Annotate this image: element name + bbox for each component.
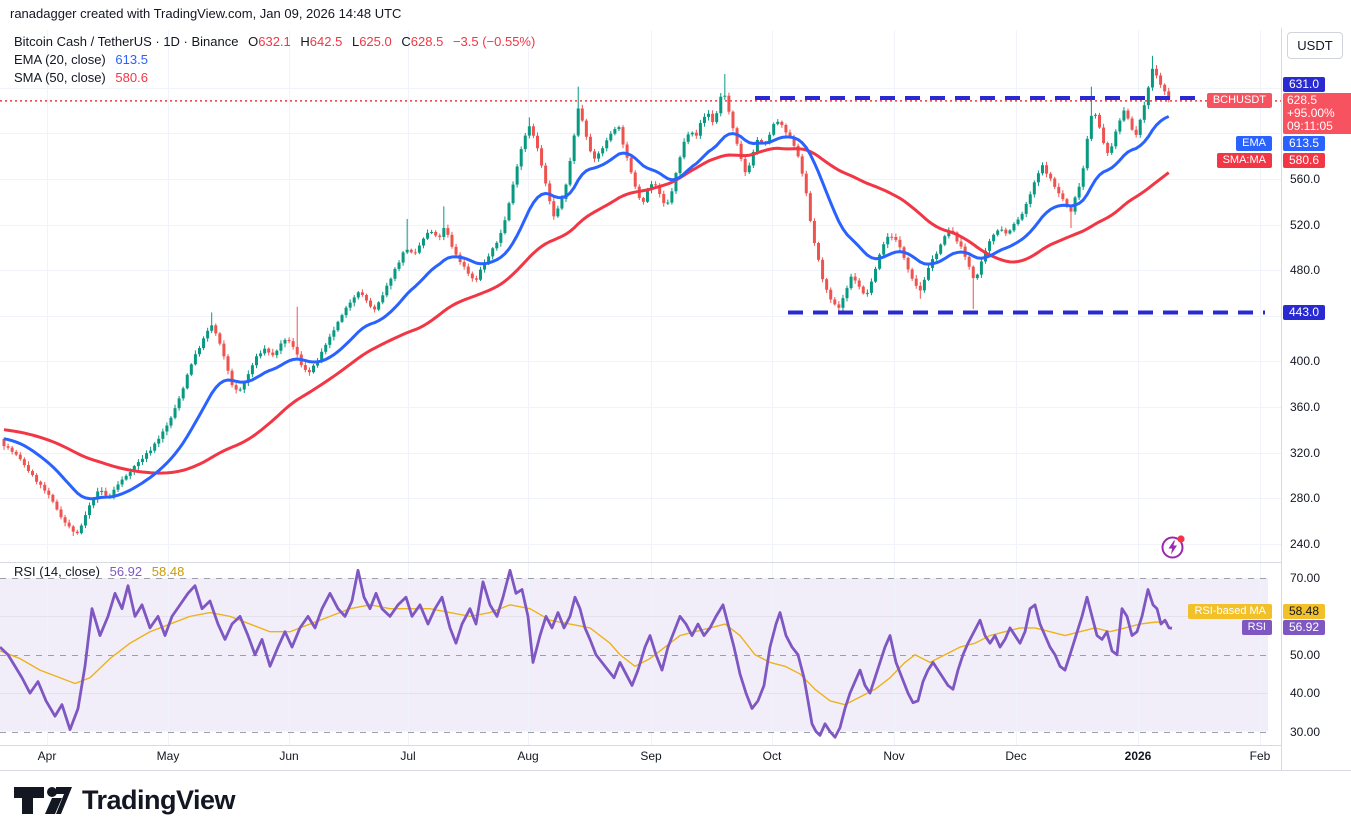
month-label-Apr[interactable]: Apr [38, 749, 57, 763]
time-axis-separator [0, 745, 1351, 746]
sma-value: 580.6 [115, 70, 148, 85]
month-label-Jul[interactable]: Jul [400, 749, 415, 763]
tradingview-logo-text: TradingView [82, 784, 236, 815]
tradingview-logo[interactable]: TradingView [12, 781, 236, 819]
chart-bottom-border [0, 770, 1351, 771]
open-value: 632.1 [258, 34, 291, 49]
change-value: −3.5 (−0.55%) [452, 34, 536, 49]
high-label: H [300, 34, 310, 49]
tradingview-chart-page: ranadagger created with TradingView.com,… [0, 0, 1351, 830]
attribution-text: ranadagger created with TradingView.com,… [10, 6, 402, 21]
resistance-price-badge: 631.0 [1283, 77, 1326, 92]
rsi-value-badge: 56.92 [1283, 620, 1326, 635]
rsi-label: RSI (14, close) [14, 564, 100, 579]
month-label-Dec[interactable]: Dec [1005, 749, 1026, 763]
last-price-badge: 628.5 +95.00% 09:11:05 [1283, 93, 1351, 134]
sma-price-badge: 580.6 [1283, 153, 1326, 168]
ema-value: 613.5 [115, 52, 148, 67]
pane-separator[interactable] [0, 562, 1351, 563]
rsi-tick-50.00: 50.00 [1290, 647, 1321, 662]
price-tick-280.0: 280.0 [1290, 491, 1321, 506]
chart-legend: Bitcoin Cash / TetherUS · 1D · Binance O… [14, 34, 535, 88]
month-label-May[interactable]: May [157, 749, 180, 763]
tradingview-logo-icon [14, 787, 72, 814]
rsi-tick-40.00: 40.00 [1290, 686, 1321, 701]
price-tick-480.0: 480.0 [1290, 263, 1321, 278]
symbol-tag: BCHUSDT [1206, 93, 1272, 108]
bar-countdown: 09:11:05 [1287, 119, 1333, 133]
rsi-tag: RSI [1241, 620, 1272, 635]
rsi-tick-70.00: 70.00 [1290, 571, 1321, 585]
price-tick-360.0: 360.0 [1290, 400, 1321, 415]
low-value: 625.0 [359, 34, 392, 49]
open-label: O [248, 34, 259, 49]
sma-tag: SMA:MA [1216, 153, 1272, 168]
symbol-legend-row[interactable]: Bitcoin Cash / TetherUS · 1D · Binance O… [14, 34, 535, 50]
month-label-Oct[interactable]: Oct [763, 749, 782, 763]
price-tick-240.0: 240.0 [1290, 536, 1321, 551]
support-price-badge: 443.0 [1283, 305, 1326, 320]
price-chart-canvas[interactable] [0, 0, 1281, 770]
ema-label: EMA (20, close) [14, 52, 106, 67]
month-label-Nov[interactable]: Nov [883, 749, 904, 763]
symbol-title[interactable]: Bitcoin Cash / TetherUS · 1D · Binance [14, 34, 238, 49]
rsi-ma-value: 58.48 [151, 564, 185, 579]
month-label-Feb[interactable]: Feb [1250, 749, 1271, 763]
ema-price-badge: 613.5 [1283, 136, 1326, 151]
rsi-ma-tag: RSI-based MA [1188, 604, 1272, 619]
close-value: 628.5 [410, 34, 444, 49]
price-tick-520.0: 520.0 [1290, 217, 1321, 232]
price-tick-320.0: 320.0 [1290, 445, 1321, 460]
price-tick-400.0: 400.0 [1290, 354, 1321, 369]
price-tick-560.0: 560.0 [1290, 172, 1321, 186]
rsi-tick-30.00: 30.00 [1290, 724, 1321, 739]
rsi-legend-row[interactable]: RSI (14, close) 56.92 58.48 [14, 564, 184, 579]
month-label-Jun[interactable]: Jun [279, 749, 298, 763]
currency-toggle-button[interactable]: USDT [1287, 32, 1343, 59]
rsi-value: 56.92 [109, 564, 143, 579]
month-label-Aug[interactable]: Aug [517, 749, 538, 763]
ema-tag: EMA [1236, 136, 1272, 151]
sma-label: SMA (50, close) [14, 70, 106, 85]
close-label: C [401, 34, 411, 49]
month-label-Sep[interactable]: Sep [640, 749, 661, 763]
rsi-ma-value-badge: 58.48 [1283, 604, 1326, 619]
month-label-2026[interactable]: 2026 [1125, 749, 1152, 763]
high-value: 642.5 [309, 34, 343, 49]
flash-icon[interactable] [1158, 532, 1188, 562]
sma-legend-row[interactable]: SMA (50, close) 580.6 [14, 70, 535, 86]
ema-legend-row[interactable]: EMA (20, close) 613.5 [14, 52, 535, 68]
